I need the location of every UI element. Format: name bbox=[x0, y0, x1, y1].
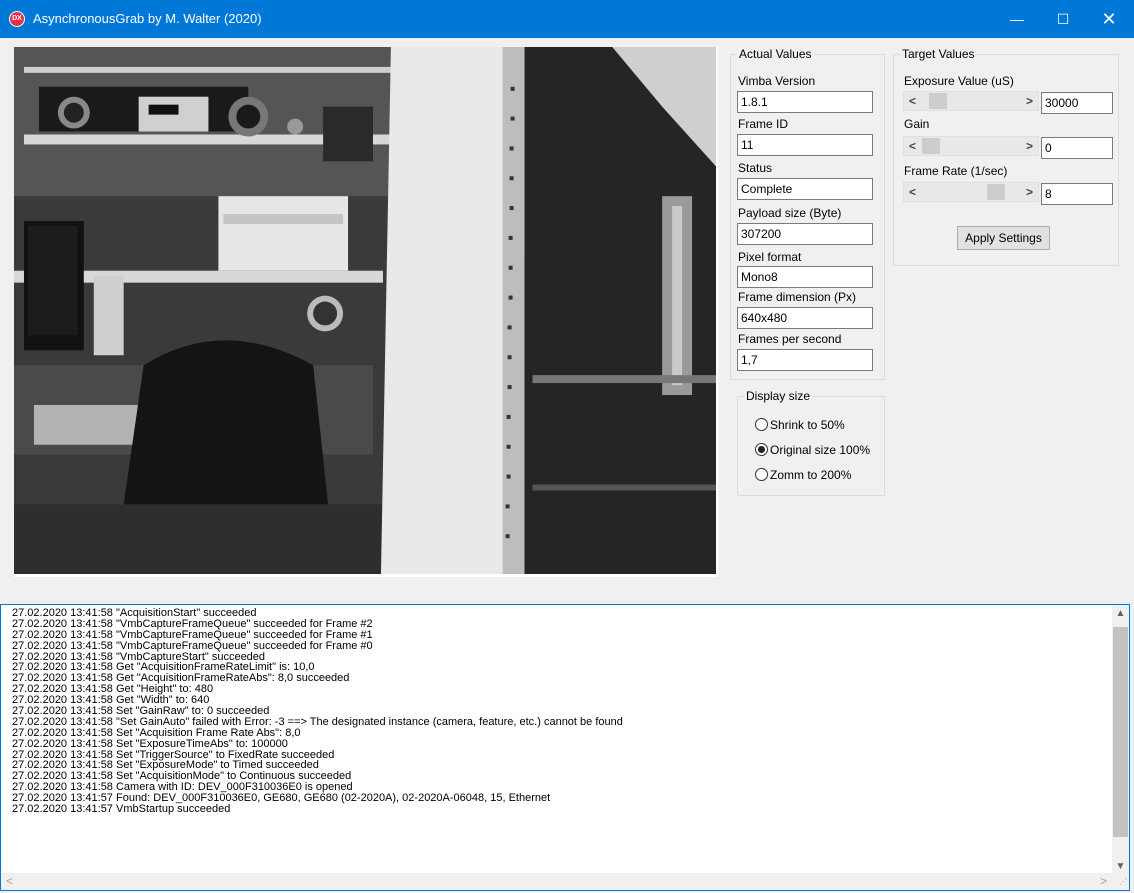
log-vertical-scrollbar[interactable]: ▲ ▼ bbox=[1112, 605, 1129, 875]
scroll-up-icon[interactable]: ▲ bbox=[1112, 605, 1129, 622]
gain-label: Gain bbox=[904, 117, 930, 131]
exposure-slider[interactable]: < > bbox=[903, 91, 1039, 111]
log-line[interactable]: 27.02.2020 13:41:58 Set "ExposureTimeAbs… bbox=[12, 738, 1107, 750]
exposure-label: Exposure Value (uS) bbox=[904, 74, 1014, 88]
vimba-version-label: Vimba Version bbox=[738, 74, 816, 88]
frame-id-label: Frame ID bbox=[738, 117, 789, 131]
exposure-input[interactable]: 30000 bbox=[1041, 92, 1113, 114]
shrink-radio[interactable] bbox=[755, 418, 768, 431]
payload-size-field[interactable]: 307200 bbox=[737, 223, 873, 245]
log-line[interactable]: 27.02.2020 13:41:57 VmbStartup succeeded bbox=[12, 804, 1107, 815]
vertical-scroll-thumb[interactable] bbox=[1113, 627, 1128, 837]
scroll-left-icon[interactable]: < bbox=[1, 873, 18, 890]
frame-dimension-field[interactable]: 640x480 bbox=[737, 307, 873, 329]
frame-rate-input[interactable]: 8 bbox=[1041, 183, 1113, 205]
exposure-decrease-icon[interactable]: < bbox=[904, 92, 921, 110]
payload-size-label: Payload size (Byte) bbox=[738, 206, 842, 220]
exposure-slider-thumb[interactable] bbox=[929, 93, 947, 109]
status-field[interactable]: Complete bbox=[737, 178, 873, 200]
gain-increase-icon[interactable]: > bbox=[1021, 137, 1038, 155]
scroll-right-icon[interactable]: > bbox=[1095, 873, 1112, 890]
display-size-title: Display size bbox=[744, 389, 813, 403]
camera-image bbox=[14, 47, 716, 574]
actual-values-title: Actual Values bbox=[737, 47, 814, 61]
frame-rate-decrease-icon[interactable]: < bbox=[904, 183, 921, 201]
frame-id-field[interactable]: 11 bbox=[737, 134, 873, 156]
log-listbox[interactable]: 27.02.2020 13:41:58 "AcquisitionStart" s… bbox=[0, 604, 1130, 891]
log-horizontal-scrollbar[interactable]: < > bbox=[1, 873, 1112, 890]
zoom-radio[interactable] bbox=[755, 468, 768, 481]
frame-rate-slider-thumb[interactable] bbox=[987, 184, 1005, 200]
window-title: AsynchronousGrab by M. Walter (2020) bbox=[33, 11, 262, 26]
pixel-format-field[interactable]: Mono8 bbox=[737, 266, 873, 288]
shrink-radio-label[interactable]: Shrink to 50% bbox=[770, 418, 845, 432]
title-bar: DX AsynchronousGrab by M. Walter (2020) … bbox=[0, 0, 1134, 38]
frame-dimension-label: Frame dimension (Px) bbox=[738, 290, 857, 304]
gain-slider-thumb[interactable] bbox=[922, 138, 940, 154]
original-size-radio-label[interactable]: Original size 100% bbox=[770, 443, 870, 457]
frame-rate-slider[interactable]: < > bbox=[903, 182, 1039, 202]
status-label: Status bbox=[738, 161, 773, 175]
gain-input[interactable]: 0 bbox=[1041, 137, 1113, 159]
zoom-radio-label[interactable]: Zomm to 200% bbox=[770, 468, 851, 482]
app-icon: DX bbox=[9, 11, 25, 27]
frame-rate-label: Frame Rate (1/sec) bbox=[904, 164, 1008, 178]
log-line[interactable]: 27.02.2020 13:41:58 "VmbCaptureFrameQueu… bbox=[12, 640, 1107, 652]
target-values-title: Target Values bbox=[900, 47, 977, 61]
gain-slider[interactable]: < > bbox=[903, 136, 1039, 156]
fps-field[interactable]: 1,7 bbox=[737, 349, 873, 371]
minimize-button[interactable]: — bbox=[994, 0, 1040, 38]
gain-decrease-icon[interactable]: < bbox=[904, 137, 921, 155]
vimba-version-field[interactable]: 1.8.1 bbox=[737, 91, 873, 113]
fps-label: Frames per second bbox=[738, 332, 842, 346]
log-lines: 27.02.2020 13:41:58 "AcquisitionStart" s… bbox=[12, 608, 1107, 815]
maximize-button[interactable]: ☐ bbox=[1040, 0, 1086, 38]
apply-settings-button[interactable]: Apply Settings bbox=[957, 226, 1050, 250]
pixel-format-label: Pixel format bbox=[738, 250, 802, 264]
exposure-increase-icon[interactable]: > bbox=[1021, 92, 1038, 110]
close-button[interactable]: ✕ bbox=[1086, 0, 1132, 38]
frame-rate-increase-icon[interactable]: > bbox=[1021, 183, 1038, 201]
resize-grip-icon[interactable]: ⋰ bbox=[1112, 873, 1129, 890]
original-size-radio[interactable] bbox=[755, 443, 768, 456]
camera-view bbox=[14, 47, 718, 577]
